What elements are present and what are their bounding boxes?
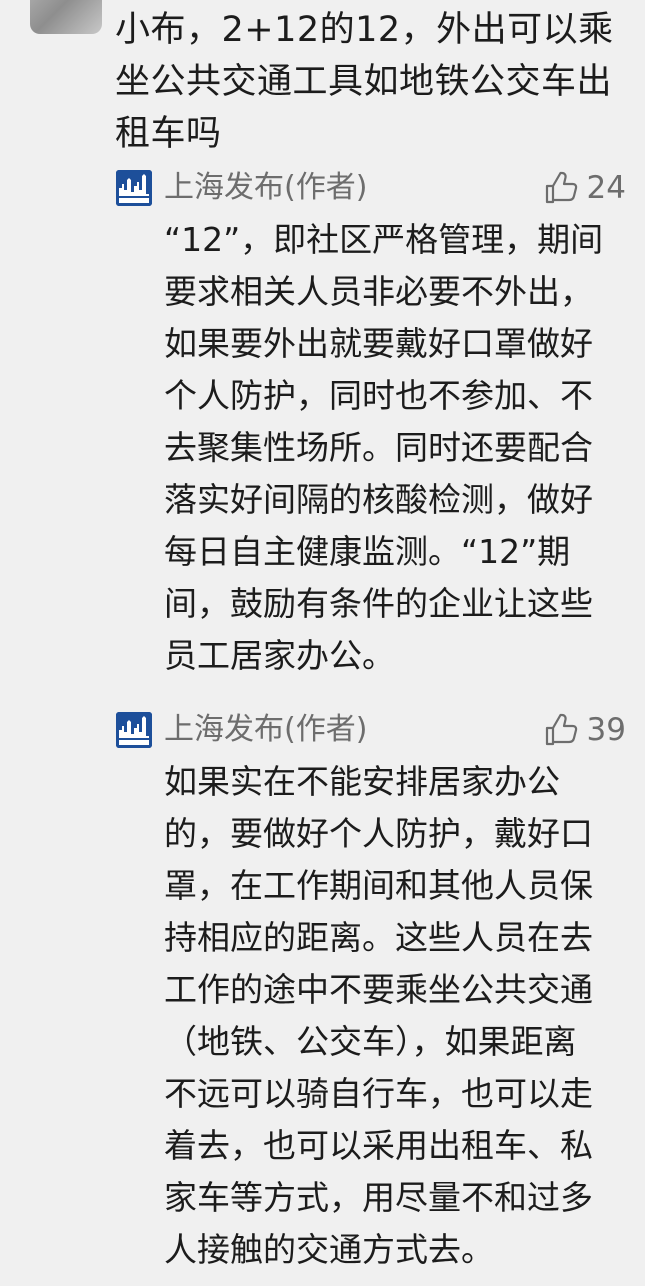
reply-header: 上海发布(作者) 24 [116,166,626,210]
user-avatar[interactable] [30,0,102,34]
thumbs-up-icon [545,171,577,204]
reply-text: 如果实在不能安排居家办公的，要做好个人防护，戴好口罩，在工作期间和其他人员保持相… [164,762,593,1269]
author-reply-1: 上海发布(作者) 24 “12”，即社区严格管理，期间要求相关人员非必要不外出，… [116,166,626,682]
like-button[interactable]: 24 [543,166,626,210]
shanghai-skyline-logo[interactable] [116,170,152,206]
shanghai-skyline-logo[interactable] [116,712,152,748]
question-comment-text: 小布，2+12的12，外出可以乘坐公共交通工具如地铁公交车出租车吗 [115,10,614,154]
author-reply-2: 上海发布(作者) 39 如果实在不能安排居家办公的，要做好个人防护，戴好口罩，在… [116,708,626,1276]
like-count: 39 [586,712,626,748]
author-name[interactable]: 上海发布(作者) [164,708,367,752]
author-name[interactable]: 上海发布(作者) [164,166,367,210]
like-count: 24 [586,170,626,206]
reply-text: “12”，即社区严格管理，期间要求相关人员非必要不外出，如果要外出就要戴好口罩做… [164,220,604,675]
reply-header: 上海发布(作者) 39 [116,708,626,752]
comment-thread: 小布，2+12的12，外出可以乘坐公共交通工具如地铁公交车出租车吗 上海发布(作… [0,0,645,1286]
thumbs-up-icon [545,713,577,746]
like-button[interactable]: 39 [543,708,626,752]
